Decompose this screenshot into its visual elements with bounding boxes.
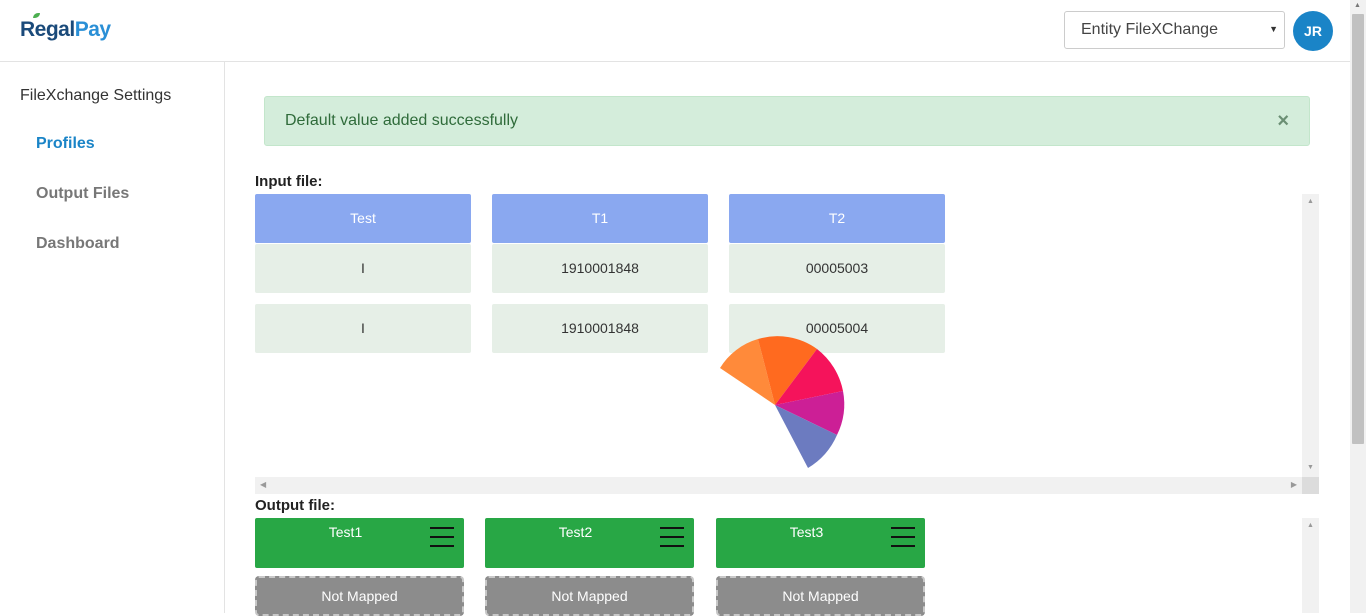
pie-spinner-icon xyxy=(720,336,845,468)
hamburger-menu-icon[interactable] xyxy=(891,527,915,547)
input-cell: I xyxy=(255,304,471,353)
input-horizontal-scrollbar[interactable]: ◀ ▶ xyxy=(255,477,1302,494)
user-avatar[interactable]: JR xyxy=(1293,11,1333,51)
scroll-up-icon[interactable]: ▲ xyxy=(1307,522,1314,529)
hamburger-menu-icon[interactable] xyxy=(430,527,454,547)
output-file-label: Output file: xyxy=(255,497,335,514)
output-column-name: Test3 xyxy=(789,524,824,540)
input-cell: I xyxy=(255,244,471,293)
output-column-header[interactable]: Test2 xyxy=(485,518,694,568)
logo-text-pay: Pay xyxy=(74,18,111,41)
output-column-name: Test1 xyxy=(328,524,363,540)
sidebar-item-output-files[interactable]: Output Files xyxy=(36,185,129,203)
scroll-left-icon[interactable]: ◀ xyxy=(260,480,266,489)
alert-message: Default value added successfully xyxy=(285,112,519,129)
output-vertical-scrollbar[interactable]: ▲ xyxy=(1302,518,1319,613)
not-mapped-dropzone[interactable]: Not Mapped xyxy=(485,576,694,616)
input-column-header[interactable]: Test xyxy=(255,194,471,243)
input-column-header[interactable]: T2 xyxy=(729,194,945,243)
input-cell: 00005003 xyxy=(729,244,945,293)
caret-down-icon: ▼ xyxy=(1269,24,1278,34)
scroll-up-icon[interactable]: ▲ xyxy=(1307,198,1314,205)
page-scrollbar-thumb[interactable] xyxy=(1352,14,1364,444)
input-cell: 1910001848 xyxy=(492,304,708,353)
sidebar-item-profiles[interactable]: Profiles xyxy=(36,135,95,153)
scroll-up-icon[interactable]: ▲ xyxy=(1354,2,1361,9)
input-column-header[interactable]: T1 xyxy=(492,194,708,243)
not-mapped-dropzone[interactable]: Not Mapped xyxy=(255,576,464,616)
input-file-label: Input file: xyxy=(255,173,323,190)
entity-select-value: Entity FileXChange xyxy=(1081,21,1218,38)
page-scrollbar[interactable]: ▲ xyxy=(1350,0,1366,613)
sidebar-title: FileXchange Settings xyxy=(20,87,172,104)
sidebar-item-dashboard[interactable]: Dashboard xyxy=(36,235,120,253)
success-alert: Default value added successfully × xyxy=(264,96,1310,146)
close-icon[interactable]: × xyxy=(1277,110,1289,133)
scroll-right-icon[interactable]: ▶ xyxy=(1291,480,1297,489)
output-column-name: Test2 xyxy=(558,524,593,540)
top-header: RegalPay Entity FileXChange ▼ JR xyxy=(0,0,1350,62)
input-vertical-scrollbar[interactable]: ▲ ▼ xyxy=(1302,194,1319,477)
logo-text-regal: Regal xyxy=(20,18,75,41)
scroll-down-icon[interactable]: ▼ xyxy=(1307,464,1314,471)
output-file-grid: Test1 Test2 Test3 Not Mapped Not Mapped … xyxy=(255,518,1319,616)
entity-select[interactable]: Entity FileXChange ▼ xyxy=(1064,11,1285,49)
output-column-header[interactable]: Test1 xyxy=(255,518,464,568)
scrollbar-corner xyxy=(1302,477,1319,494)
output-column-header[interactable]: Test3 xyxy=(716,518,925,568)
hamburger-menu-icon[interactable] xyxy=(660,527,684,547)
sidebar: FileXchange Settings Profiles Output Fil… xyxy=(0,62,225,613)
regalpay-logo[interactable]: RegalPay xyxy=(20,13,111,42)
not-mapped-dropzone[interactable]: Not Mapped xyxy=(716,576,925,616)
input-cell: 1910001848 xyxy=(492,244,708,293)
